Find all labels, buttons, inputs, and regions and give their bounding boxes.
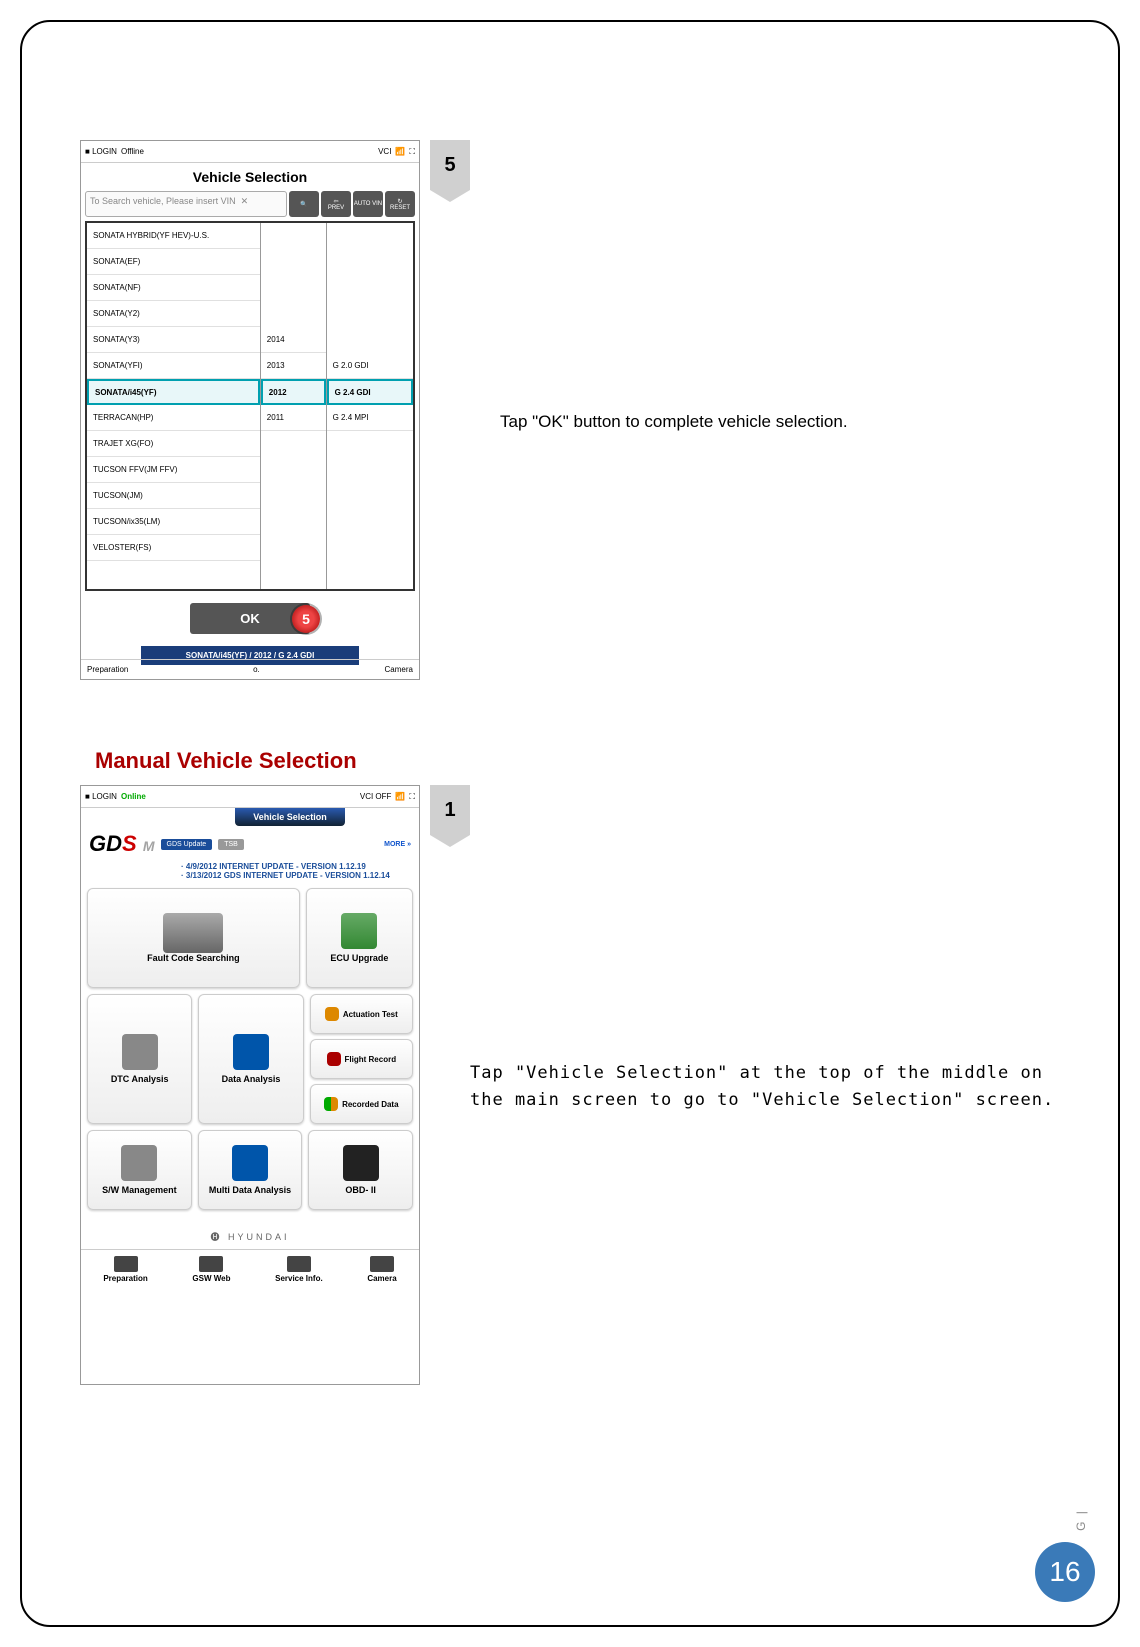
dtc-icon <box>122 1034 158 1070</box>
camera-tab[interactable]: Camera <box>385 665 413 674</box>
list-item[interactable]: TUCSON(JM) <box>87 483 260 509</box>
actuation-icon <box>325 1007 339 1021</box>
preparation-icon <box>114 1256 138 1272</box>
section-title: Manual Vehicle Selection <box>95 748 357 774</box>
data-icon <box>233 1034 269 1070</box>
status-online: Online <box>121 792 146 801</box>
expand-icon: ⛶ <box>409 147 415 157</box>
vin-input[interactable]: To Search vehicle, Please insert VIN ✕ <box>85 191 287 217</box>
preparation-button[interactable]: Preparation <box>103 1256 147 1283</box>
list-item[interactable]: SONATA/i45(YF) <box>87 379 260 405</box>
camera-icon <box>370 1256 394 1272</box>
login-label: ■ LOGIN <box>85 147 117 156</box>
update-line-1: · 4/9/2012 INTERNET UPDATE - VERSION 1.1… <box>81 862 419 871</box>
screenshot-main-menu: ■ LOGIN Online VCI OFF 📶 ⛶ Vehicle Selec… <box>80 785 420 1385</box>
login-label: ■ LOGIN <box>85 792 117 801</box>
list-item[interactable]: VELOSTER(FS) <box>87 535 260 561</box>
expand-icon: ⛶ <box>409 792 415 802</box>
book-icon <box>287 1256 311 1272</box>
ecu-icon <box>341 913 377 949</box>
update-line-2: · 3/13/2012 GDS INTERNET UPDATE - VERSIO… <box>81 871 419 880</box>
obd-icon <box>343 1145 379 1181</box>
preparation-tab[interactable]: Preparation <box>87 665 128 674</box>
list-item[interactable]: G 2.0 GDI <box>327 353 413 379</box>
bottom-bar: Preparation o. Camera <box>81 659 419 679</box>
status-bar: ■ LOGIN Offline VCI 📶 ⛶ <box>81 141 419 163</box>
search-icon[interactable]: 🔍 <box>289 191 319 217</box>
vci-label: VCI OFF <box>360 792 392 801</box>
list-item[interactable]: SONATA HYBRID(YF HEV)-U.S. <box>87 223 260 249</box>
list-item[interactable]: SONATA(YFI) <box>87 353 260 379</box>
step-marker-5: 5 <box>430 140 470 190</box>
year-column[interactable]: 2014201320122011 <box>261 223 327 589</box>
gsw-icon <box>199 1256 223 1272</box>
status-offline: Offline <box>121 147 144 156</box>
dtc-analysis-tile[interactable]: DTC Analysis <box>87 994 192 1124</box>
camera-button[interactable]: Camera <box>367 1256 396 1283</box>
flight-icon <box>327 1052 341 1066</box>
prev-button[interactable]: ⇦PREV <box>321 191 351 217</box>
recorded-data-tile[interactable]: Recorded Data <box>310 1084 413 1124</box>
list-item[interactable]: 2011 <box>261 405 326 431</box>
vehicle-column[interactable]: SONATA HYBRID(YF HEV)-U.S.SONATA(EF)SONA… <box>87 223 261 589</box>
list-item[interactable]: SONATA(EF) <box>87 249 260 275</box>
list-item[interactable]: 2014 <box>261 327 326 353</box>
more-link[interactable]: MORE » <box>384 841 411 848</box>
list-item[interactable]: SONATA(Y3) <box>87 327 260 353</box>
list-item[interactable]: SONATA(Y2) <box>87 301 260 327</box>
list-item[interactable]: TERRACAN(HP) <box>87 405 260 431</box>
service-info-button[interactable]: Service Info. <box>275 1256 323 1283</box>
recorded-icon <box>324 1097 338 1111</box>
reset-button[interactable]: ↻RESET <box>385 191 415 217</box>
list-item[interactable]: G 2.4 GDI <box>327 379 413 405</box>
list-item[interactable]: TRAJET XG(FO) <box>87 431 260 457</box>
vehicle-selection-tab[interactable]: Vehicle Selection <box>235 808 345 826</box>
signal-icon: 📶 <box>395 147 405 156</box>
list-item[interactable]: TUCSON/ix35(LM) <box>87 509 260 535</box>
bottom-nav: Preparation GSW Web Service Info. Camera <box>81 1249 419 1289</box>
page-number: 16 <box>1035 1542 1095 1602</box>
obd-tile[interactable]: OBD- II <box>308 1130 413 1210</box>
auto-vin-button[interactable]: AUTO VIN <box>353 191 383 217</box>
side-label: G | <box>1074 1509 1088 1531</box>
engine-column[interactable]: G 2.0 GDIG 2.4 GDIG 2.4 MPI <box>327 223 413 589</box>
status-bar: ■ LOGIN Online VCI OFF 📶 ⛶ <box>81 786 419 808</box>
flight-record-tile[interactable]: Flight Record <box>310 1039 413 1079</box>
tsb-pill[interactable]: TSB <box>218 839 244 850</box>
list-item[interactable]: G 2.4 MPI <box>327 405 413 431</box>
sw-management-tile[interactable]: S/W Management <box>87 1130 192 1210</box>
step-marker-1: 1 <box>430 785 470 835</box>
fault-code-tile[interactable]: Fault Code Searching <box>87 888 300 988</box>
screen-title: Vehicle Selection <box>81 163 419 191</box>
signal-icon: 📶 <box>395 792 405 801</box>
ecu-upgrade-tile[interactable]: ECU Upgrade <box>306 888 413 988</box>
ok-button[interactable]: OK 5 <box>190 603 310 634</box>
screenshot-vehicle-selection: ■ LOGIN Offline VCI 📶 ⛶ Vehicle Selectio… <box>80 140 420 680</box>
list-item[interactable]: 2012 <box>261 379 326 405</box>
gds-update-pill[interactable]: GDS Update <box>161 839 213 850</box>
instruction-1: Tap "Vehicle Selection" at the top of th… <box>470 1060 1060 1114</box>
gear-icon <box>121 1145 157 1181</box>
hyundai-logo: 🅗 HYUNDAI <box>81 1224 419 1249</box>
list-item[interactable]: TUCSON FFV(JM FFV) <box>87 457 260 483</box>
list-item[interactable]: 2013 <box>261 353 326 379</box>
list-item[interactable]: SONATA(NF) <box>87 275 260 301</box>
actuation-test-tile[interactable]: Actuation Test <box>310 994 413 1034</box>
fault-code-icon <box>163 913 223 953</box>
callout-marker-5: 5 <box>292 605 320 633</box>
multi-icon <box>232 1145 268 1181</box>
vci-label: VCI <box>378 147 391 156</box>
instruction-5: Tap "OK" button to complete vehicle sele… <box>500 412 848 432</box>
gds-logo: GDS M <box>89 831 155 857</box>
selection-columns: SONATA HYBRID(YF HEV)-U.S.SONATA(EF)SONA… <box>85 221 415 591</box>
gsw-web-button[interactable]: GSW Web <box>192 1256 230 1283</box>
data-analysis-tile[interactable]: Data Analysis <box>198 994 303 1124</box>
multi-data-tile[interactable]: Multi Data Analysis <box>198 1130 303 1210</box>
